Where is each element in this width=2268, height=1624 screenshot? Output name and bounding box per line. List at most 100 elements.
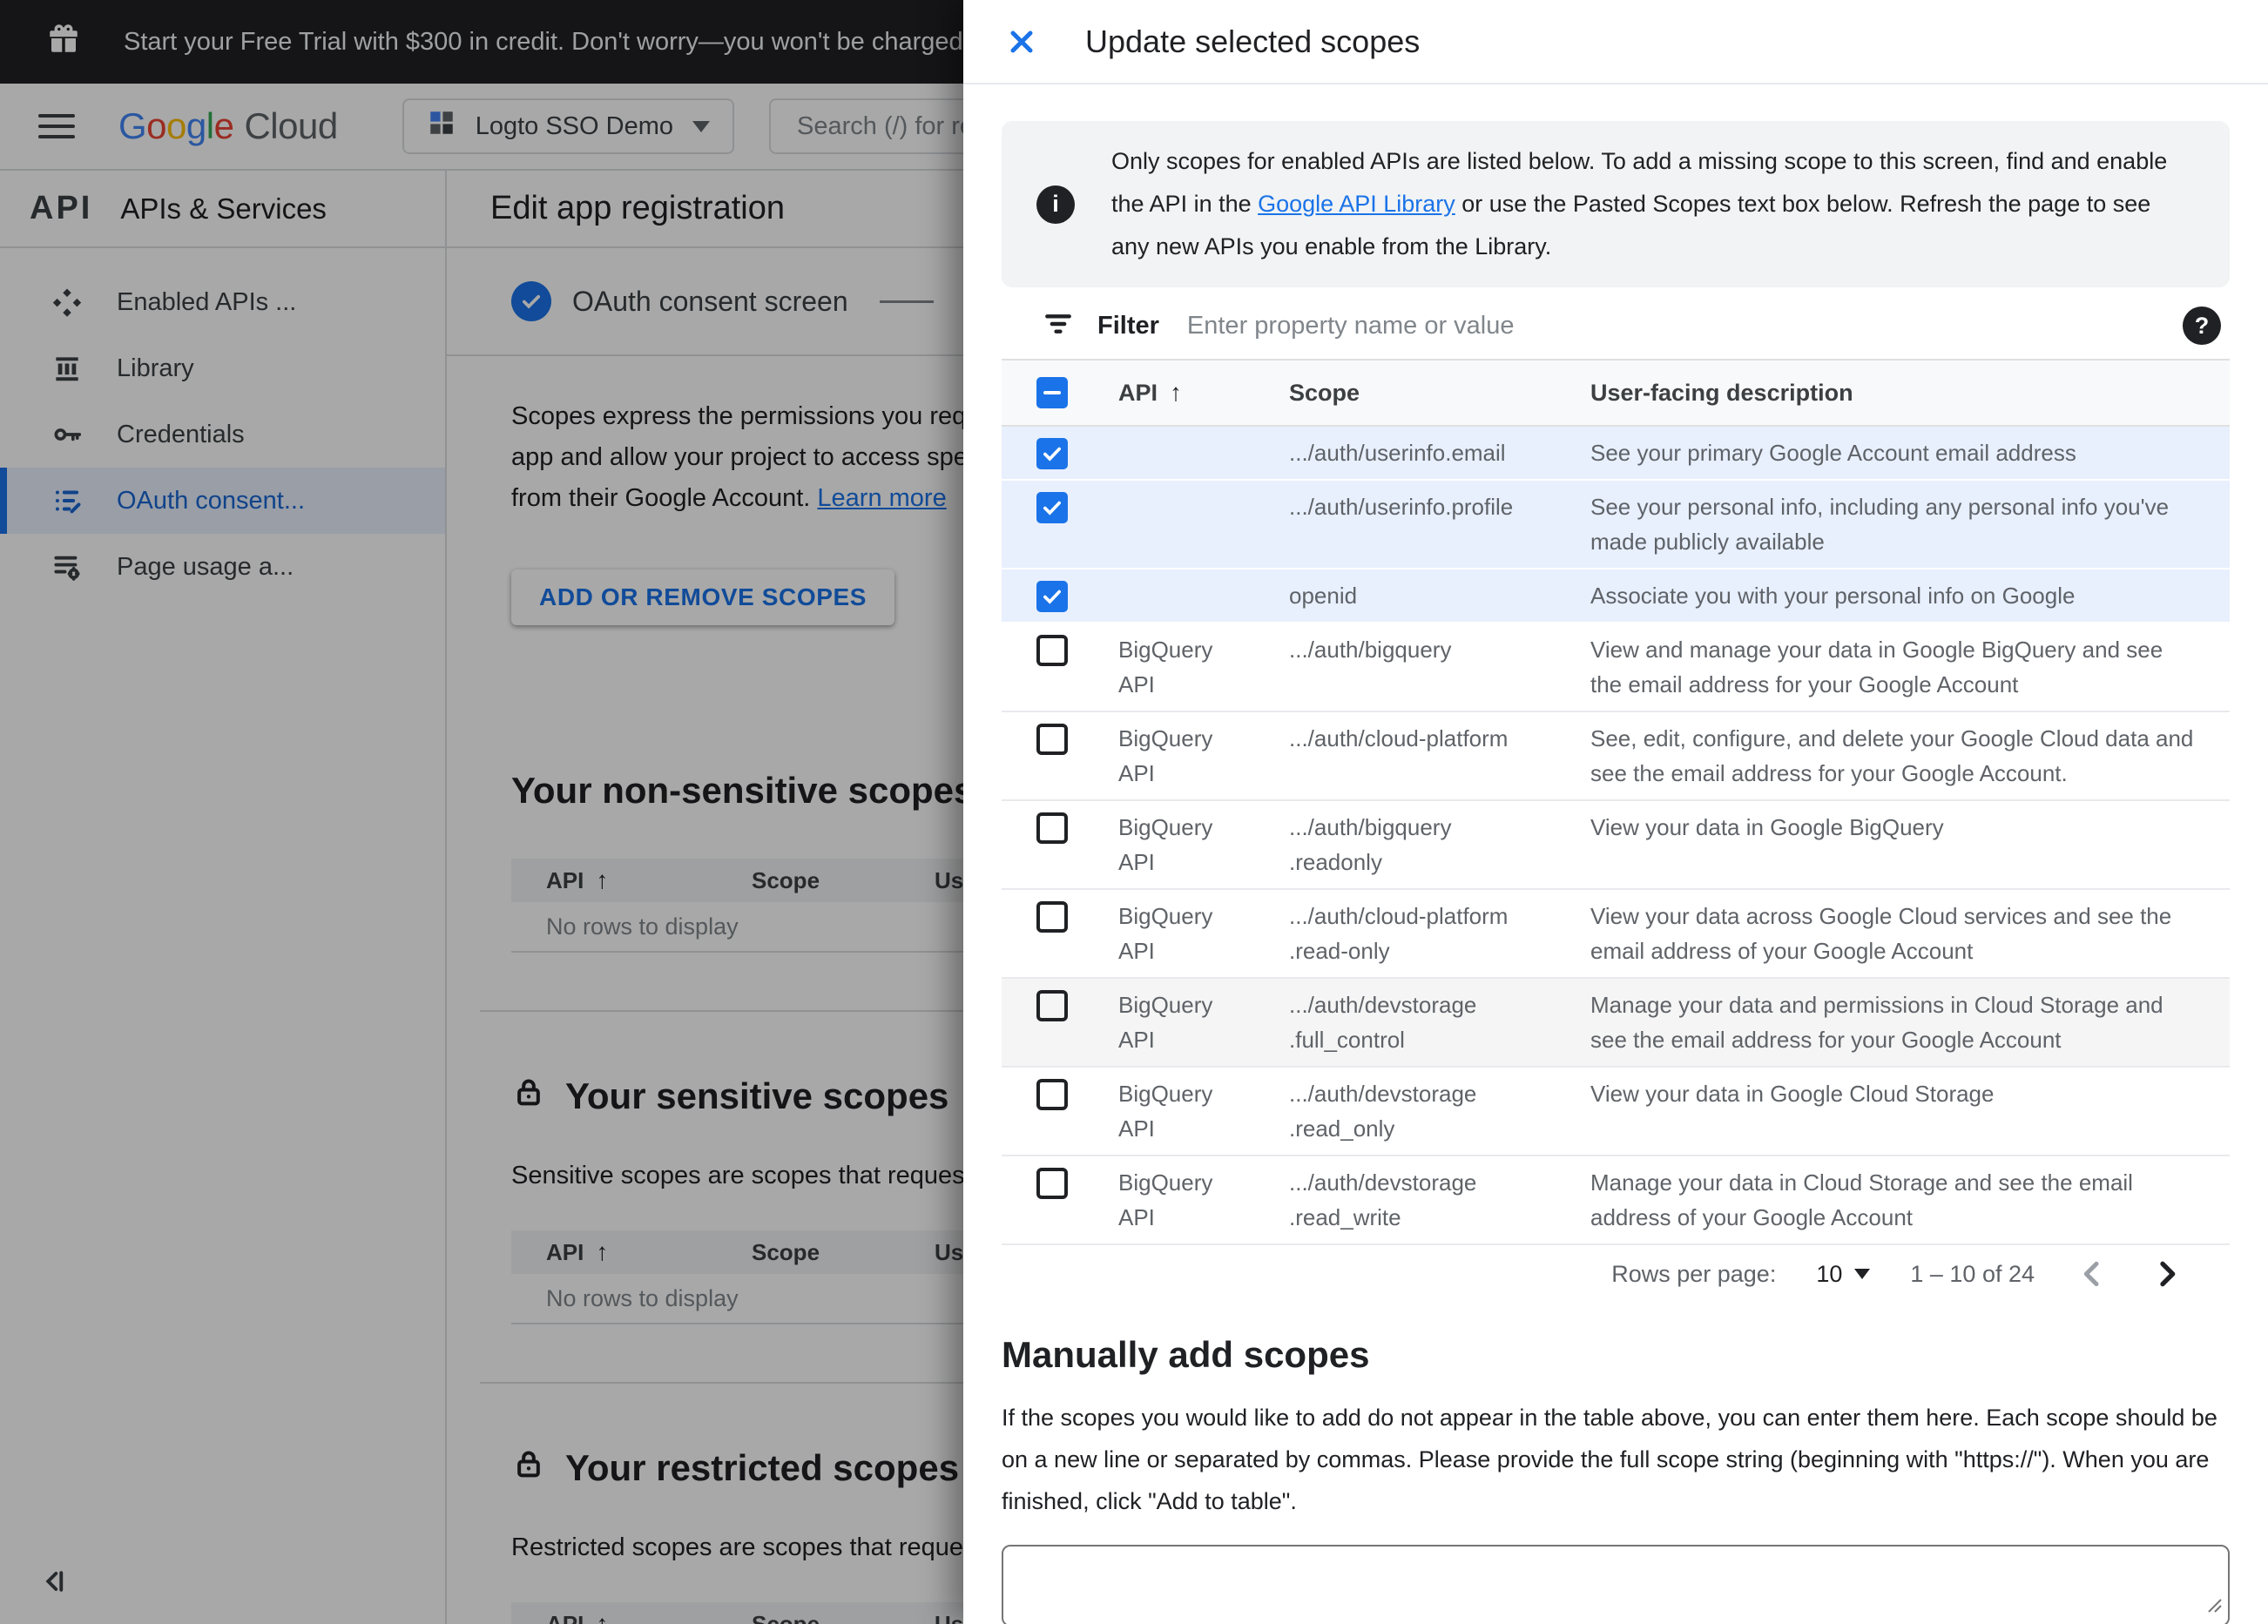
chevron-down-icon [1854,1269,1871,1279]
table-row[interactable]: BigQuery API .../auth/bigquery .readonly Vie… [1002,801,2230,890]
scopes-table-body: .../auth/userinfo.email See your primary … [1002,427,2230,1245]
manually-add-scopes-description: If the scopes you would like to add do n… [1002,1405,2217,1514]
scope-line: .../auth/userinfo.email [1289,440,1506,466]
info-banner-text: Only scopes for enabled APIs are listed … [1111,148,2168,259]
checkbox-cell [1002,987,1118,1021]
row-checkbox[interactable] [1036,990,1068,1021]
row-checkbox[interactable] [1036,1168,1068,1199]
scopes-table-header: API ↑ Scope User-facing description [1002,361,2230,427]
scope-line: openid [1289,583,1358,609]
scope-cell: .../auth/devstorage .read_only [1289,1076,1590,1146]
update-scopes-panel: Update selected scopes i Only scopes for… [963,0,2268,1624]
scope-line: .../auth/devstorage [1289,1169,1477,1196]
panel-header: Update selected scopes [963,0,2268,84]
api-line: BigQuery [1118,1081,1213,1107]
description-cell: See your personal info, including any pe… [1590,494,2170,555]
api-line: BigQuery [1118,637,1213,663]
table-row[interactable]: BigQuery API .../auth/devstorage .read_writ… [1002,1156,2230,1245]
scope-cell: openid [1289,578,1590,613]
previous-page-button[interactable] [2075,1257,2109,1291]
description-cell: View your data across Google Cloud servi… [1590,903,2172,964]
close-icon[interactable] [1002,22,1042,62]
rows-per-page-label: Rows per page: [1611,1260,1777,1287]
table-row[interactable]: BigQuery API .../auth/cloud-platform See, e… [1002,712,2230,801]
manual-scopes-textarea[interactable] [1002,1545,2230,1624]
checkbox-cell [1002,435,1118,469]
checkbox-cell [1002,489,1118,523]
filter-input[interactable] [1186,311,2160,340]
select-all-checkbox[interactable] [1036,377,1068,408]
scope-cell: .../auth/devstorage .full_control [1289,987,1590,1057]
scope-cell: .../auth/userinfo.email [1289,435,1590,470]
row-checkbox[interactable] [1036,901,1068,933]
api-line: BigQuery [1118,725,1213,751]
description-cell: View your data in Google Cloud Storage [1590,1081,1995,1107]
scope-line: .full_control [1289,1027,1405,1053]
api-line: API [1118,760,1155,786]
api-cell: BigQuery API [1118,1165,1289,1235]
table-row[interactable]: BigQuery API .../auth/cloud-platform .read-… [1002,890,2230,979]
help-icon[interactable]: ? [2183,307,2221,345]
column-header-api[interactable]: API ↑ [1118,379,1289,407]
manually-add-scopes-title: Manually add scopes [1002,1334,1370,1375]
scope-line: .../auth/bigquery [1289,814,1452,840]
scope-line: .read-only [1289,938,1390,964]
api-line: API [1118,671,1155,697]
row-checkbox[interactable] [1036,492,1068,523]
checkbox-cell [1002,899,1118,933]
checkbox-cell [1002,632,1118,666]
filter-icon [1042,307,1075,345]
description-cell: Manage your data in Cloud Storage and se… [1590,1169,2133,1230]
api-line: API [1118,938,1155,964]
api-line: API [1118,1204,1155,1230]
api-line: BigQuery [1118,1169,1213,1196]
api-cell: BigQuery API [1118,632,1289,702]
scope-cell: .../auth/cloud-platform [1289,721,1590,756]
scope-line: .../auth/devstorage [1289,992,1477,1018]
row-checkbox[interactable] [1036,438,1068,469]
scope-cell: .../auth/userinfo.profile [1289,489,1590,524]
scope-line: .../auth/devstorage [1289,1081,1477,1107]
row-checkbox[interactable] [1036,812,1068,844]
info-icon: i [1036,185,1075,224]
checkbox-cell [1002,1165,1118,1199]
checkbox-cell [1002,1076,1118,1110]
table-row[interactable]: BigQuery API .../auth/devstorage .full_cont… [1002,979,2230,1068]
scope-line: .../auth/cloud-platform [1289,903,1509,929]
checkbox-cell [1002,721,1118,755]
rows-per-page-select[interactable]: 10 [1816,1261,1871,1288]
table-row[interactable]: .../auth/userinfo.profile See your person… [1002,481,2230,569]
api-line: BigQuery [1118,903,1213,929]
pagination-bar: Rows per page: 10 1 – 10 of 24 [1002,1245,2230,1303]
scope-line: .readonly [1289,849,1382,875]
table-row[interactable]: BigQuery API .../auth/bigquery View and man… [1002,623,2230,712]
scope-line: .read_only [1289,1115,1395,1142]
table-row[interactable]: BigQuery API .../auth/devstorage .read_only… [1002,1068,2230,1156]
description-cell: Manage your data and permissions in Clou… [1590,992,2163,1053]
scope-cell: .../auth/bigquery .readonly [1289,810,1590,879]
api-line: API [1118,849,1155,875]
google-api-library-link[interactable]: Google API Library [1258,191,1455,217]
row-checkbox[interactable] [1036,1079,1068,1110]
column-header-description[interactable]: User-facing description [1590,380,2230,407]
sort-ascending-icon: ↑ [1170,379,1183,406]
api-line: BigQuery [1118,814,1213,840]
row-checkbox[interactable] [1036,581,1068,612]
row-checkbox[interactable] [1036,635,1068,666]
column-header-scope[interactable]: Scope [1289,380,1590,407]
description-cell: See, edit, configure, and delete your Go… [1590,725,2194,786]
description-cell: View your data in Google BigQuery [1590,814,1944,840]
api-cell: BigQuery API [1118,721,1289,791]
filter-bar[interactable]: Filter ? [1002,293,2230,359]
checkbox-cell [1002,810,1118,844]
description-cell: See your primary Google Account email ad… [1590,440,2076,466]
api-cell: BigQuery API [1118,899,1289,968]
scope-line: .../auth/bigquery [1289,637,1452,663]
api-line: API [1118,1027,1155,1053]
table-row[interactable]: openid Associate you with your personal i… [1002,569,2230,623]
scopes-table: API ↑ Scope User-facing description .../a… [1002,359,2230,1245]
table-row[interactable]: .../auth/userinfo.email See your primary … [1002,427,2230,481]
api-cell: BigQuery API [1118,1076,1289,1146]
row-checkbox[interactable] [1036,724,1068,755]
next-page-button[interactable] [2150,1257,2184,1291]
